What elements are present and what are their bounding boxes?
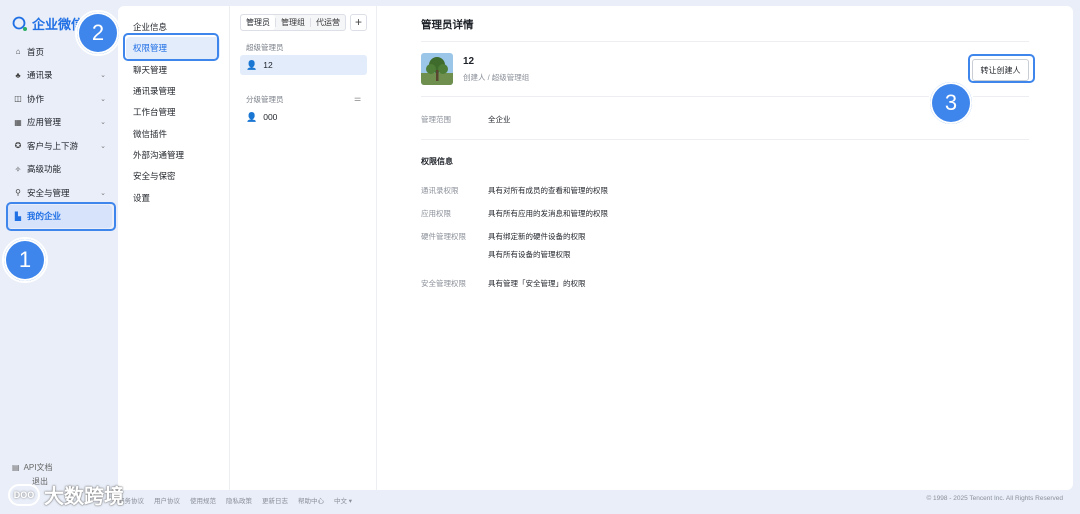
footer-link[interactable]: 更新日志: [262, 495, 288, 505]
permission-label-contacts: 通讯录权限: [421, 186, 459, 195]
highlight-transfer-button: [968, 54, 1035, 83]
chevron-down-icon: ⌄: [100, 72, 106, 80]
admin-list-panel: 管理员 管理组 代运营 + 超级管理员 👤 12 分级管理员 ⚌ 👤 000: [230, 6, 377, 490]
permission-label-apps: 应用权限: [421, 209, 451, 218]
highlight-my-enterprise: [6, 202, 116, 231]
sidebar-item-customers[interactable]: ✪ 客户与上下游 ⌄: [6, 134, 112, 158]
branch-admin-group-label: 分级管理员: [246, 95, 284, 104]
permission-label-security: 安全管理权限: [421, 279, 466, 288]
org-icon: ♣: [15, 70, 21, 80]
footer-link[interactable]: 使用规范: [190, 495, 216, 505]
admin-detail-name: 12: [463, 56, 475, 67]
admin-detail-role: 创建人 / 超级管理组: [463, 73, 530, 82]
api-doc-label: API文档: [23, 462, 53, 472]
sidebar-item-label: 协作: [27, 93, 45, 104]
copyright: © 1998 - 2025 Tencent Inc. All Rights Re…: [926, 495, 1063, 502]
sidebar-nav: ⌂ 首页 ♣ 通讯录 ⌄ ◫ 协作 ⌄ ▦ 应用管理 ⌄ ✪ 客户与上下游 ⌄ …: [6, 40, 112, 228]
brand-logo[interactable]: 企业微信: [12, 14, 84, 33]
apps-icon: ▦: [14, 117, 22, 127]
tab-admins[interactable]: 管理员: [241, 15, 275, 30]
admin-tabs: 管理员 管理组 代运营: [240, 14, 346, 31]
admin-list-item[interactable]: 👤 12: [240, 55, 367, 75]
sidebar-item-security[interactable]: ⚲ 安全与管理 ⌄: [6, 181, 112, 205]
scope-label: 管理范围: [421, 115, 451, 124]
wecom-logo-icon: [12, 16, 27, 31]
sidebar-item-apps[interactable]: ▦ 应用管理 ⌄: [6, 111, 112, 135]
sidebar-item-label: 安全与管理: [27, 187, 70, 198]
submenu-item-workbench[interactable]: 工作台管理: [126, 101, 220, 123]
permission-value: 具有管理「安全管理」的权限: [488, 279, 586, 288]
footer-link[interactable]: 帮助中心: [298, 495, 324, 505]
step-badge-1: 1: [2, 237, 48, 283]
submenu-item-settings[interactable]: 设置: [126, 187, 220, 209]
avatar: [421, 53, 453, 85]
sidebar-item-collab[interactable]: ◫ 协作 ⌄: [6, 87, 112, 111]
submenu-item-security[interactable]: 安全与保密: [126, 165, 220, 187]
footer-link[interactable]: 用户协议: [154, 495, 180, 505]
submenu-item-external[interactable]: 外部沟通管理: [126, 144, 220, 166]
permission-value: 具有所有应用的发消息和管理的权限: [488, 209, 608, 218]
tree-avatar-icon: [421, 53, 453, 85]
watermark-logo-icon: DOO: [8, 483, 40, 506]
add-admin-button[interactable]: +: [350, 14, 367, 31]
sidebar-item-label: 首页: [27, 46, 45, 57]
chevron-down-icon: ⌄: [100, 95, 106, 103]
sidebar-item-advanced[interactable]: ✧ 高级功能: [6, 158, 112, 182]
super-admin-group-label: 超级管理员: [246, 43, 284, 52]
permissions-title: 权限信息: [421, 157, 453, 166]
language-select[interactable]: 中文 ▾: [334, 495, 352, 505]
chevron-down-icon: ⌄: [100, 142, 106, 150]
permission-value: 具有绑定新的硬件设备的权限: [488, 232, 586, 241]
document-icon: ▤: [12, 462, 20, 472]
person-icon: 👤: [246, 59, 258, 70]
sidebar-item-label: 应用管理: [27, 117, 62, 128]
permission-value: 具有所有设备的管理权限: [488, 250, 571, 259]
scope-value: 全企业: [488, 115, 511, 124]
submenu-item-contacts[interactable]: 通讯录管理: [126, 80, 220, 102]
highlight-permissions: [123, 33, 219, 61]
sliders-icon[interactable]: ⚌: [354, 94, 361, 103]
sidebar-item-contacts[interactable]: ♣ 通讯录 ⌄: [6, 64, 112, 88]
home-icon: ⌂: [15, 47, 21, 57]
main-panel: 企业信息 权限管理 聊天管理 通讯录管理 工作台管理 微信插件 外部沟通管理 安…: [118, 6, 1073, 490]
footer-link[interactable]: 隐私政策: [226, 495, 252, 505]
person-icon: 👤: [246, 111, 258, 122]
admin-name: 000: [263, 112, 278, 122]
chevron-down-icon: ⌄: [100, 189, 106, 197]
divider: [421, 139, 1029, 140]
customer-icon: ✪: [14, 141, 22, 151]
submenu-item-wechat-plugin[interactable]: 微信插件: [126, 123, 220, 145]
tab-admin-groups[interactable]: 管理组: [276, 15, 310, 30]
api-doc-link[interactable]: ▤ API文档: [12, 460, 52, 474]
sidebar-item-label: 客户与上下游: [27, 140, 79, 151]
step-badge-2: 2: [75, 10, 121, 56]
admin-list-item[interactable]: 👤 000: [240, 107, 367, 127]
footer-links: 服务协议 用户协议 使用规范 隐私政策 更新日志 帮助中心 中文 ▾: [118, 495, 352, 505]
tab-operators[interactable]: 代运营: [311, 15, 345, 30]
watermark: DOO 大数跨境: [8, 480, 124, 509]
advanced-icon: ✧: [14, 164, 22, 174]
sidebar-item-label: 高级功能: [27, 164, 62, 175]
page-title: 管理员详情: [421, 19, 474, 31]
permission-value: 具有对所有成员的查看和管理的权限: [488, 186, 608, 195]
permission-label-hardware: 硬件管理权限: [421, 232, 466, 241]
submenu: 企业信息 权限管理 聊天管理 通讯录管理 工作台管理 微信插件 外部沟通管理 安…: [118, 6, 230, 490]
divider: [421, 41, 1029, 42]
chevron-down-icon: ⌄: [100, 119, 106, 127]
step-badge-3: 3: [928, 80, 974, 126]
admin-name: 12: [263, 60, 273, 70]
security-icon: ⚲: [15, 188, 21, 198]
sidebar-item-label: 通讯录: [27, 70, 53, 81]
watermark-text: 大数跨境: [44, 486, 124, 508]
collab-icon: ◫: [14, 94, 22, 104]
submenu-item-chat[interactable]: 聊天管理: [126, 59, 220, 81]
